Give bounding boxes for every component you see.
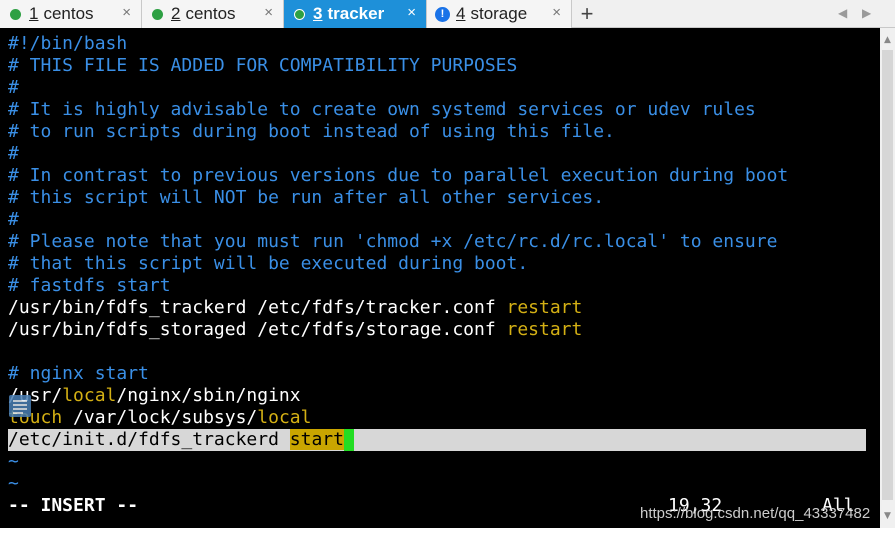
command-text: /usr/bin/fdfs_trackerd /etc/fdfs/tracker… — [8, 297, 507, 318]
connected-status-icon — [10, 8, 21, 20]
tab-label: centos — [43, 4, 94, 23]
command-text: /nginx/sbin/nginx — [116, 385, 301, 406]
command-text: /usr/bin/fdfs_storaged /etc/fdfs/storage… — [8, 319, 507, 340]
watermark-text: https://blog.csdn.net/qq_43337482 — [640, 505, 871, 522]
command-text: /etc/init.d/fdfs_trackerd — [8, 429, 290, 450]
new-tab-button[interactable]: + — [575, 1, 599, 26]
tab-bar: 1 centos × 2 centos × 3 tracker × ! 4 st… — [0, 0, 895, 28]
keyword-text: restart — [506, 319, 583, 340]
keyword-text: local — [257, 407, 312, 428]
scroll-down-icon[interactable]: ▼ — [880, 508, 895, 524]
scrollbar-thumb[interactable] — [882, 50, 893, 500]
vertical-scrollbar[interactable]: ▲ ▼ — [880, 28, 895, 528]
vim-mode-indicator: -- INSERT -- — [8, 495, 139, 516]
close-icon[interactable]: × — [552, 4, 561, 21]
close-icon[interactable]: × — [407, 4, 416, 21]
terminal-line-tracker: /usr/bin/fdfs_trackerd /etc/fdfs/tracker… — [8, 297, 582, 319]
keyword-text: local — [62, 385, 117, 406]
tab-label: tracker — [327, 4, 385, 23]
tab-number: 2 — [171, 4, 181, 23]
terminal-line-nginx-comment: # nginx start — [8, 363, 149, 384]
terminal-screen[interactable]: #!/bin/bash # THIS FILE IS ADDED FOR COM… — [0, 28, 880, 528]
tab-centos-2[interactable]: 2 centos × — [142, 0, 284, 28]
connected-status-icon — [294, 8, 305, 20]
tab-number: 4 — [456, 4, 466, 23]
terminal-line: #!/bin/bash — [8, 33, 128, 54]
terminal-line: # to run scripts during boot instead of … — [8, 121, 615, 142]
terminal-line-nginx: /usr/local/nginx/sbin/nginx — [8, 385, 301, 407]
tab-scroll-left-icon[interactable]: ◀ — [838, 6, 847, 20]
keyword-text: start — [289, 429, 344, 450]
text-cursor — [343, 429, 354, 451]
terminal-line: # It is highly advisable to create own s… — [8, 99, 756, 120]
terminal-line: # this script will NOT be run after all … — [8, 187, 605, 208]
close-icon[interactable]: × — [264, 4, 273, 21]
connected-status-icon — [152, 8, 163, 20]
window-bottom-edge — [0, 528, 895, 534]
tab-number: 1 — [29, 4, 39, 23]
empty-line-tilde: ~ — [8, 451, 19, 472]
warning-icon: ! — [435, 6, 450, 22]
terminal-line: # — [8, 209, 19, 230]
terminal-current-line: /etc/init.d/fdfs_trackerd start — [8, 429, 866, 451]
terminal-line: # — [8, 77, 19, 98]
terminal-line: # fastdfs start — [8, 275, 171, 296]
tab-storage[interactable]: ! 4 storage × — [427, 0, 572, 28]
scroll-up-icon[interactable]: ▲ — [880, 32, 895, 48]
tab-centos-1[interactable]: 1 centos × — [0, 0, 142, 28]
tab-number: 3 — [313, 4, 323, 23]
empty-line-tilde: ~ — [8, 473, 19, 494]
close-icon[interactable]: × — [122, 4, 131, 21]
document-icon[interactable] — [9, 395, 31, 417]
command-text: /var/lock/subsys/ — [62, 407, 258, 428]
terminal-line: # THIS FILE IS ADDED FOR COMPATIBILITY P… — [8, 55, 518, 76]
keyword-text: restart — [506, 297, 583, 318]
terminal-line: # Please note that you must run 'chmod +… — [8, 231, 778, 252]
terminal-line: # — [8, 143, 19, 164]
terminal-line: # In contrast to previous versions due t… — [8, 165, 789, 186]
terminal-line-storage: /usr/bin/fdfs_storaged /etc/fdfs/storage… — [8, 319, 582, 341]
tab-label: storage — [470, 4, 528, 23]
tab-scroll-right-icon[interactable]: ▶ — [862, 6, 871, 20]
terminal-line-touch: touch /var/lock/subsys/local — [8, 407, 311, 429]
terminal-line: # that this script will be executed duri… — [8, 253, 529, 274]
tab-label: centos — [185, 4, 236, 23]
tab-tracker[interactable]: 3 tracker × — [284, 0, 427, 28]
